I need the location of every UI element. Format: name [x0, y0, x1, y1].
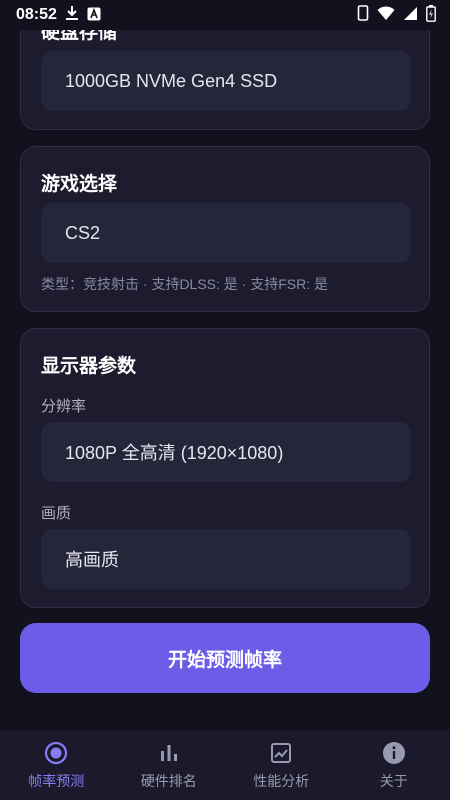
display-card-title: 显示器参数 [41, 356, 137, 377]
resolution-select[interactable]: 1080P 全高清 (1920×1080) [41, 422, 411, 482]
nav-label-hardware-rank: 硬件排名 [140, 772, 197, 789]
status-bar: 08:52 [0, 0, 450, 30]
wifi-icon [377, 5, 395, 25]
bottom-nav: 帧率预测 硬件排名 性能分析 关于 [0, 730, 450, 800]
app-notification-icon [87, 6, 101, 25]
nav-item-about[interactable]: 关于 [338, 730, 450, 800]
start-predict-button[interactable]: 开始预测帧率 [20, 623, 430, 693]
main-scroll-area[interactable]: 硬盘存储 1000GB NVMe Gen4 SSD 游戏选择 CS2 类型：竞技… [0, 0, 450, 728]
resolution-label: 分辨率 [41, 398, 87, 415]
game-card-title: 游戏选择 [41, 174, 118, 195]
nav-item-hardware-rank[interactable]: 硬件排名 [113, 730, 226, 800]
storage-select[interactable]: 1000GB NVMe Gen4 SSD [41, 51, 411, 111]
vibrate-icon [357, 5, 369, 25]
quality-select[interactable]: 高画质 [41, 529, 411, 589]
nav-label-performance: 性能分析 [253, 772, 310, 789]
display-card: 显示器参数 分辨率 1080P 全高清 (1920×1080) 画质 高画质 [20, 328, 430, 608]
analytics-icon [268, 740, 294, 766]
status-time: 08:52 [16, 6, 57, 23]
nav-item-performance[interactable]: 性能分析 [225, 730, 338, 800]
bar-chart-icon [156, 740, 182, 766]
battery-icon [426, 4, 436, 26]
download-icon [65, 5, 79, 25]
info-icon [381, 740, 407, 766]
quality-label: 画质 [41, 505, 72, 522]
game-select[interactable]: CS2 [41, 203, 411, 263]
game-card: 游戏选择 CS2 类型：竞技射击 · 支持DLSS: 是 · 支持FSR: 是 [20, 146, 430, 312]
nav-label-about: 关于 [379, 772, 408, 789]
game-info-text: 类型：竞技射击 · 支持DLSS: 是 · 支持FSR: 是 [41, 276, 329, 292]
signal-icon [403, 6, 418, 25]
nav-label-fps-predict: 帧率预测 [28, 772, 85, 789]
nav-item-fps-predict[interactable]: 帧率预测 [0, 730, 113, 800]
radio-target-icon [43, 740, 69, 766]
